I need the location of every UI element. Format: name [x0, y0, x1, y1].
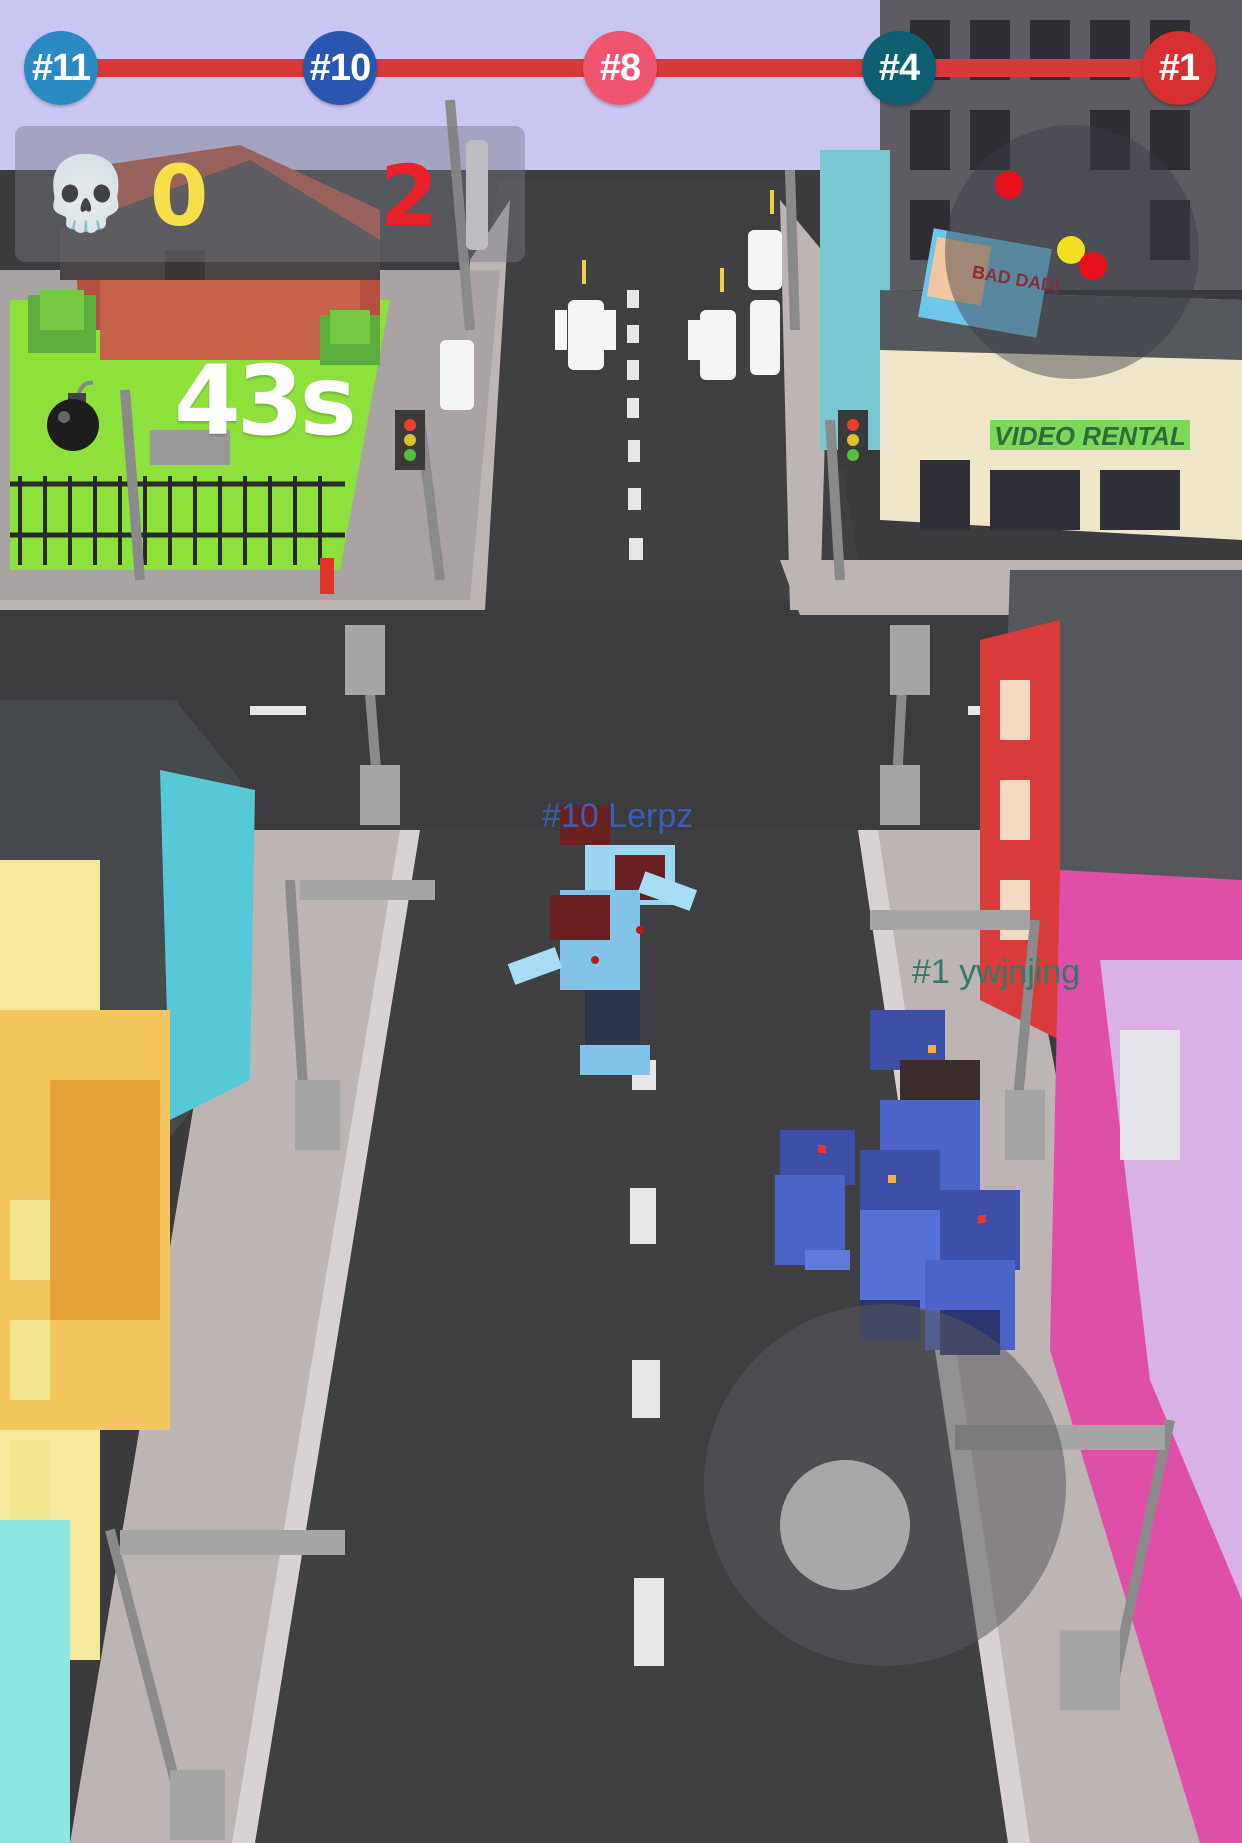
minimap: [945, 125, 1199, 379]
rank-badge: #1: [1142, 31, 1216, 105]
score-panel: 💀 0 2: [15, 126, 525, 262]
joystick-knob[interactable]: [780, 1460, 910, 1590]
minimap-dot: [995, 171, 1023, 199]
player-name-label: #10 Lerpz: [542, 797, 694, 835]
skull-icon: 💀: [41, 154, 131, 234]
rank-badge: #8: [583, 31, 657, 105]
store-sign-text: VIDEO RENTAL: [994, 421, 1186, 451]
crowd-count: 2: [380, 147, 439, 245]
bomb-icon: [47, 380, 99, 451]
rank-badge: #4: [862, 31, 936, 105]
rank-badge: #11: [24, 31, 98, 105]
minimap-dot: [1079, 252, 1107, 280]
player-name-label: #1 ywjnjing: [912, 953, 1081, 991]
kills-count: 0: [150, 147, 209, 245]
rank-badge: #10: [303, 31, 377, 105]
timer-value: 43s: [174, 345, 357, 457]
